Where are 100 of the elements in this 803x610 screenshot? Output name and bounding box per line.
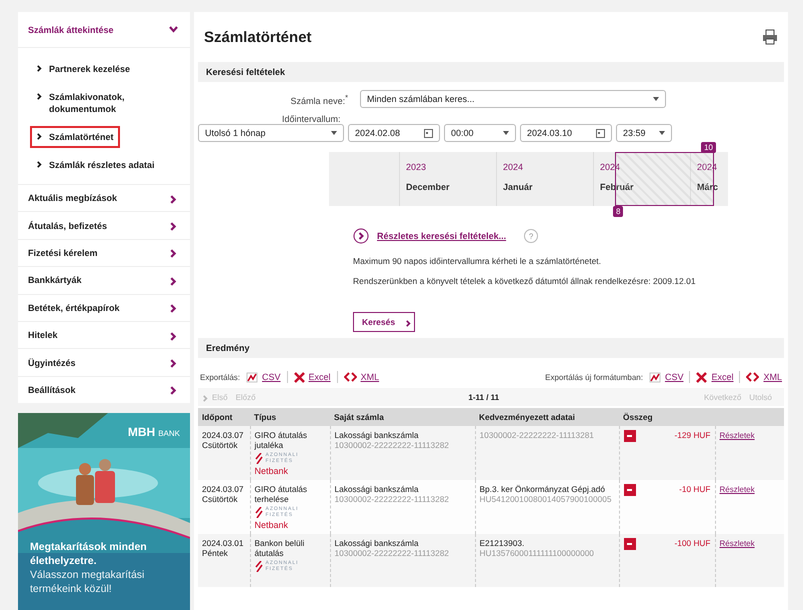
account-name: Lakossági bankszámla (334, 430, 420, 440)
section-title[interactable]: Számlák áttekintése (28, 24, 114, 34)
account-number: 10300002-22222222-11113282 (334, 548, 450, 558)
field-label: Számla neve:$^{*}$ (290, 92, 348, 106)
minus-icon (624, 538, 636, 550)
menu-item[interactable]: Fizetési kérelem (18, 238, 190, 266)
menu-item[interactable]: Betétek, értékpapírok (18, 294, 190, 321)
timeline-month[interactable]: Január (503, 182, 533, 192)
submenu-item[interactable]: Számlák részletes adatai (30, 154, 161, 176)
date-text: 2024.03.07 (202, 430, 245, 440)
channel-text: Netbank (254, 520, 290, 530)
advanced-search-link[interactable]: Részletes keresési feltételek... (377, 231, 506, 241)
submenu-item[interactable]: Számlatörténet (30, 126, 120, 148)
chevron-right-icon (36, 93, 43, 100)
payee-account: HU13576000111111100000000 (480, 548, 595, 558)
timeline-year: 2024 (503, 162, 524, 172)
export-label: Exportálás: (200, 372, 240, 382)
select-field[interactable]: 00:00 (444, 124, 516, 142)
details-link[interactable]: Részletek (720, 431, 755, 440)
date-field[interactable]: 2024.02.08 (348, 124, 440, 142)
section-header: Eredmény (198, 338, 784, 358)
chevron-right-icon (169, 194, 178, 204)
export-link[interactable]: CSV (648, 372, 684, 382)
menu-item[interactable]: Aktuális megbízások (18, 184, 190, 212)
payee-name: Bp.3. ker Önkormányzat Gépj.adó (480, 484, 606, 494)
amount-text: -10 HUF (679, 484, 710, 496)
account-number: 10300002-22222222-11113282 (334, 494, 450, 504)
banner-headline: Megtakarítások minden élethelyzetre. (30, 540, 148, 568)
minus-icon (624, 430, 636, 442)
channel-text: Netbank (254, 466, 290, 476)
payee-account: HU54120010080014057900100005 (480, 494, 612, 504)
chevron-left-icon (202, 394, 209, 402)
search-button[interactable]: Keresés (353, 312, 415, 332)
export-link[interactable]: XML (746, 372, 782, 382)
logo-text: BANK (158, 429, 180, 438)
chevron-right-icon (405, 320, 412, 326)
weekday-text: Csütörtök (202, 494, 239, 504)
section-header: Keresési feltételek (198, 62, 784, 82)
calendar-icon (424, 128, 433, 138)
info-text: Maximum 90 napos időintervallumra kérheti le a számlatörténetet. (353, 256, 602, 266)
menu-item[interactable]: Átutalás, befizetés (18, 211, 190, 239)
account-number: 10300002-22222222-11113282 (334, 440, 450, 450)
export-link[interactable]: Excel (294, 372, 331, 382)
column-header: Összeg (619, 408, 715, 426)
payee-name: E21213903. (480, 538, 526, 548)
minus-icon (624, 484, 636, 496)
submenu-item[interactable]: Partnerek kezelése (30, 58, 136, 80)
date-text: 2024.03.01 (202, 538, 245, 548)
menu-item[interactable]: Beállítások (18, 376, 190, 404)
date-field[interactable]: 2024.03.10 (520, 124, 612, 142)
menu-item[interactable]: Ügyintézés (18, 348, 190, 376)
export-link[interactable]: XML (344, 372, 380, 382)
close-icon (294, 372, 305, 382)
banner-text: Válasszon megtakarítási termékeink közül! (30, 568, 146, 596)
export-label: Exportálás új formátumban: (545, 372, 643, 382)
chevron-down-icon[interactable] (169, 26, 178, 33)
close-icon (696, 372, 708, 382)
column-header: Kedvezményezett adatai (475, 408, 619, 426)
info-text: Rendszerünkben a könyvelt tételek a következő dátumtól állnak rendelkezésre: 2009.12.01 (353, 276, 697, 286)
chevron-right-icon (36, 133, 43, 140)
chevron-right-icon (169, 386, 178, 396)
chevron-right-icon (169, 276, 178, 286)
caret-icon (331, 131, 337, 135)
account-name: Lakossági bankszámla (334, 538, 420, 548)
export-link[interactable]: CSV (246, 372, 281, 382)
select-field[interactable]: Utolsó 1 hónap (198, 124, 344, 142)
timeline-month[interactable]: December (406, 182, 450, 192)
chevron-right-icon (169, 304, 178, 314)
print-icon[interactable] (762, 29, 778, 45)
menu-item[interactable]: Bankkártyák (18, 266, 190, 294)
chevron-right-icon (169, 332, 178, 341)
details-link[interactable]: Részletek (720, 539, 755, 548)
menu-item[interactable]: Hitelek (18, 320, 190, 348)
column-header: Saját számla (330, 408, 475, 426)
account-select[interactable]: Minden számlában keres... (360, 90, 666, 108)
chevron-circle-icon[interactable] (353, 228, 369, 244)
select-field[interactable]: 23:59 (616, 124, 672, 142)
export-link[interactable]: Excel (696, 372, 734, 382)
details-link[interactable]: Részletek (720, 485, 755, 494)
lightning-icon (254, 560, 262, 572)
chevron-right-icon (169, 249, 178, 258)
code-icon (746, 372, 760, 382)
caret-icon (503, 131, 509, 135)
lightning-icon (254, 452, 262, 464)
type-text: Bankon belüli átutalás (254, 538, 306, 558)
logo: MBH (128, 425, 156, 440)
caret-icon (659, 131, 665, 135)
column-header: Típus (250, 408, 330, 426)
payee-account: 10300002-22222222-11113281 (480, 430, 595, 440)
date-text: 2024.03.07 (202, 484, 245, 494)
amount-text: -129 HUF (674, 430, 710, 442)
submenu-item[interactable]: Számlakivonatok, dokumentumok (30, 86, 180, 120)
account-name: Lakossági bankszámla (334, 484, 420, 494)
caret-icon (653, 97, 659, 101)
chevron-right-icon (36, 65, 43, 72)
range-end-badge: 10 (701, 142, 716, 153)
page-range: 1-11 / 11 (468, 392, 500, 402)
weekday-text: Péntek (202, 548, 229, 558)
range-start-badge: 8 (613, 206, 624, 217)
type-text: GIRO átutalás terhelése (254, 484, 308, 504)
